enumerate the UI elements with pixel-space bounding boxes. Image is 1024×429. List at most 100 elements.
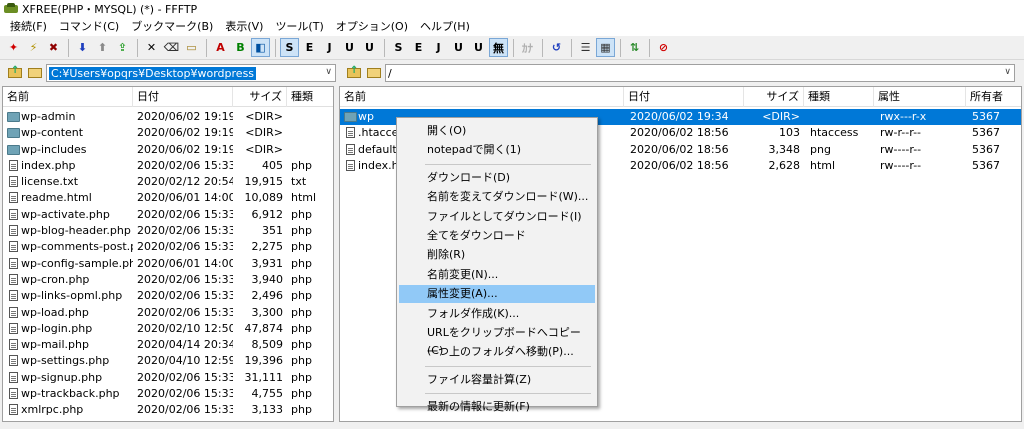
table-row[interactable]: index.php 2020/02/06 15:33 405 php	[3, 158, 333, 174]
rename-button[interactable]: ⌫	[162, 38, 181, 57]
sync-folder-button[interactable]: ⇅	[625, 38, 644, 57]
binary-mode-button[interactable]: B	[231, 38, 250, 57]
context-menu-item[interactable]: ファイルとしてダウンロード(I)	[399, 208, 595, 226]
table-row[interactable]: wp-blog-header.php 2020/02/06 15:33 351 php	[3, 223, 333, 239]
table-row[interactable]: wp-admin 2020/06/02 19:19 <DIR>	[3, 109, 333, 125]
local-col-date[interactable]: 日付	[133, 87, 233, 107]
local-cell-size: 405	[262, 158, 283, 172]
table-row[interactable]: wp-signup.php 2020/02/06 15:33 31,111 php	[3, 370, 333, 386]
remote-euc-button[interactable]: E	[409, 38, 428, 57]
chevron-down-icon[interactable]: ∨	[1004, 67, 1011, 77]
local-cell-type: php	[291, 370, 312, 384]
context-menu-item[interactable]: 開く(O)	[399, 122, 595, 140]
local-cell-name: wp-cron.php	[21, 272, 90, 286]
remote-sjis-icon: S	[394, 41, 403, 54]
local-sjis-button[interactable]: S	[280, 38, 299, 57]
remote-utf8n-button[interactable]: U	[449, 38, 468, 57]
table-row[interactable]: wp-content 2020/06/02 19:19 <DIR>	[3, 125, 333, 141]
local-cell-size: 3,931	[251, 256, 284, 270]
upload-button[interactable]: ⬆	[93, 38, 112, 57]
local-euc-icon: E	[305, 41, 314, 54]
table-row[interactable]: xmlrpc.php 2020/02/06 15:33 3,133 php	[3, 402, 333, 418]
table-row[interactable]: wp-login.php 2020/02/10 12:50 47,874 php	[3, 321, 333, 337]
remote-utf8-button[interactable]: U	[469, 38, 488, 57]
menu-item-4[interactable]: ツール(T)	[269, 18, 329, 36]
remote-jis-button[interactable]: J	[429, 38, 448, 57]
file-icon	[9, 257, 18, 269]
delete-button[interactable]: ✕	[142, 38, 161, 57]
remote-col-type[interactable]: 種類	[804, 87, 874, 107]
context-menu-item[interactable]: notepadで開く(1)	[399, 141, 595, 159]
local-path-combo[interactable]: C:¥Users¥opqrs¥Desktop¥wordpress ∨	[46, 64, 336, 82]
table-row[interactable]: wp-mail.php 2020/04/14 20:34 8,509 php	[3, 337, 333, 353]
remote-up-folder-button[interactable]	[345, 64, 363, 82]
local-jis-button[interactable]: J	[320, 38, 339, 57]
menu-item-1[interactable]: コマンド(C)	[53, 18, 125, 36]
remote-sjis-button[interactable]: S	[389, 38, 408, 57]
local-file-list[interactable]: 名前 日付 サイズ 種類 wp-admin 2020/06/02 19:19 <DI…	[2, 86, 334, 422]
download-button[interactable]: ⬇	[73, 38, 92, 57]
local-col-size[interactable]: サイズ	[233, 87, 287, 107]
menu-item-5[interactable]: オプション(O)	[330, 18, 414, 36]
context-menu-item[interactable]: URLをクリップボードへコピー(C)	[399, 324, 595, 357]
context-menu-item[interactable]: 属性変更(A)...	[399, 285, 595, 304]
context-menu-item[interactable]: 名前変更(N)...	[399, 266, 595, 284]
remote-col-attr[interactable]: 属性	[874, 87, 966, 107]
local-cell-type: php	[291, 240, 312, 254]
menu-item-0[interactable]: 接続(F)	[4, 18, 53, 36]
local-cell-type: php	[291, 256, 312, 270]
table-row[interactable]: wp-includes 2020/06/02 19:19 <DIR>	[3, 142, 333, 158]
stop-button[interactable]: ⊘	[654, 38, 673, 57]
menu-item-6[interactable]: ヘルプ(H)	[414, 18, 476, 36]
disconnect-button[interactable]: ✖	[44, 38, 63, 57]
menu-item-3[interactable]: 表示(V)	[219, 18, 269, 36]
local-utf8n-button[interactable]: U	[340, 38, 359, 57]
ascii-mode-button[interactable]: A	[211, 38, 230, 57]
detail-view-button[interactable]: ▦	[596, 38, 615, 57]
context-menu-item[interactable]: 全てをダウンロード	[399, 227, 595, 245]
local-up-folder-button[interactable]	[6, 64, 24, 82]
table-row[interactable]: wp-config-sample.php 2020/06/01 14:00 3,93…	[3, 256, 333, 272]
quick-connect-button[interactable]: ⚡	[24, 38, 43, 57]
menu-item-2[interactable]: ブックマーク(B)	[125, 18, 219, 36]
local-cell-size: <DIR>	[245, 110, 283, 123]
local-browse-folder-button[interactable]	[26, 64, 44, 82]
local-cell-date: 2020/04/10 12:59	[137, 354, 233, 368]
table-row[interactable]: wp-trackback.php 2020/02/06 15:33 4,755 php	[3, 386, 333, 402]
remote-path-combo[interactable]: / ∨	[385, 64, 1015, 82]
remote-col-name[interactable]: 名前	[340, 87, 624, 107]
remote-col-owner[interactable]: 所有者	[966, 87, 1021, 107]
auto-mode-button[interactable]: ◧	[251, 38, 270, 57]
context-menu-item[interactable]: ダウンロード(D)	[399, 169, 595, 187]
ffftp-app-icon	[4, 3, 18, 15]
local-utf8-button[interactable]: U	[360, 38, 379, 57]
context-menu-item[interactable]: 一つ上のフォルダへ移動(P)...	[399, 343, 595, 361]
table-row[interactable]: wp-load.php 2020/02/06 15:33 3,300 php	[3, 305, 333, 321]
table-row[interactable]: wp-links-opml.php 2020/02/06 15:33 2,496 ph…	[3, 288, 333, 304]
table-row[interactable]: wp-settings.php 2020/04/10 12:59 19,396 php	[3, 353, 333, 369]
table-row[interactable]: wp-activate.php 2020/02/06 15:33 6,912 php	[3, 207, 333, 223]
context-menu-item[interactable]: 削除(R)	[399, 246, 595, 264]
remote-browse-folder-button[interactable]	[365, 64, 383, 82]
no-convert-button[interactable]: 無	[489, 38, 508, 57]
mirror-upload-button[interactable]: ⇪	[113, 38, 132, 57]
local-euc-button[interactable]: E	[300, 38, 319, 57]
connect-button[interactable]: ✦	[4, 38, 23, 57]
remote-col-size[interactable]: サイズ	[744, 87, 804, 107]
list-view-button[interactable]: ☰	[576, 38, 595, 57]
table-row[interactable]: wp-comments-post.p... 2020/02/06 15:33 2,2…	[3, 239, 333, 255]
table-row[interactable]: license.txt 2020/02/12 20:54 19,915 txt	[3, 174, 333, 190]
local-col-name[interactable]: 名前	[3, 87, 133, 107]
context-menu-item[interactable]: 名前を変えてダウンロード(W)...	[399, 188, 595, 206]
chevron-down-icon[interactable]: ∨	[325, 67, 332, 77]
remote-col-date[interactable]: 日付	[624, 87, 744, 107]
context-menu-item[interactable]: フォルダ作成(K)...	[399, 305, 595, 323]
local-col-type[interactable]: 種類	[287, 87, 333, 107]
mkdir-button[interactable]: ▭	[182, 38, 201, 57]
refresh-button[interactable]: ↺	[547, 38, 566, 57]
context-menu-item[interactable]: ファイル容量計算(Z)	[399, 371, 595, 389]
kana-convert-button[interactable]: ｶﾅ	[518, 38, 537, 57]
table-row[interactable]: wp-cron.php 2020/02/06 15:33 3,940 php	[3, 272, 333, 288]
context-menu-item[interactable]: 最新の情報に更新(F)	[399, 398, 595, 416]
table-row[interactable]: readme.html 2020/06/01 14:00 10,089 html	[3, 190, 333, 206]
